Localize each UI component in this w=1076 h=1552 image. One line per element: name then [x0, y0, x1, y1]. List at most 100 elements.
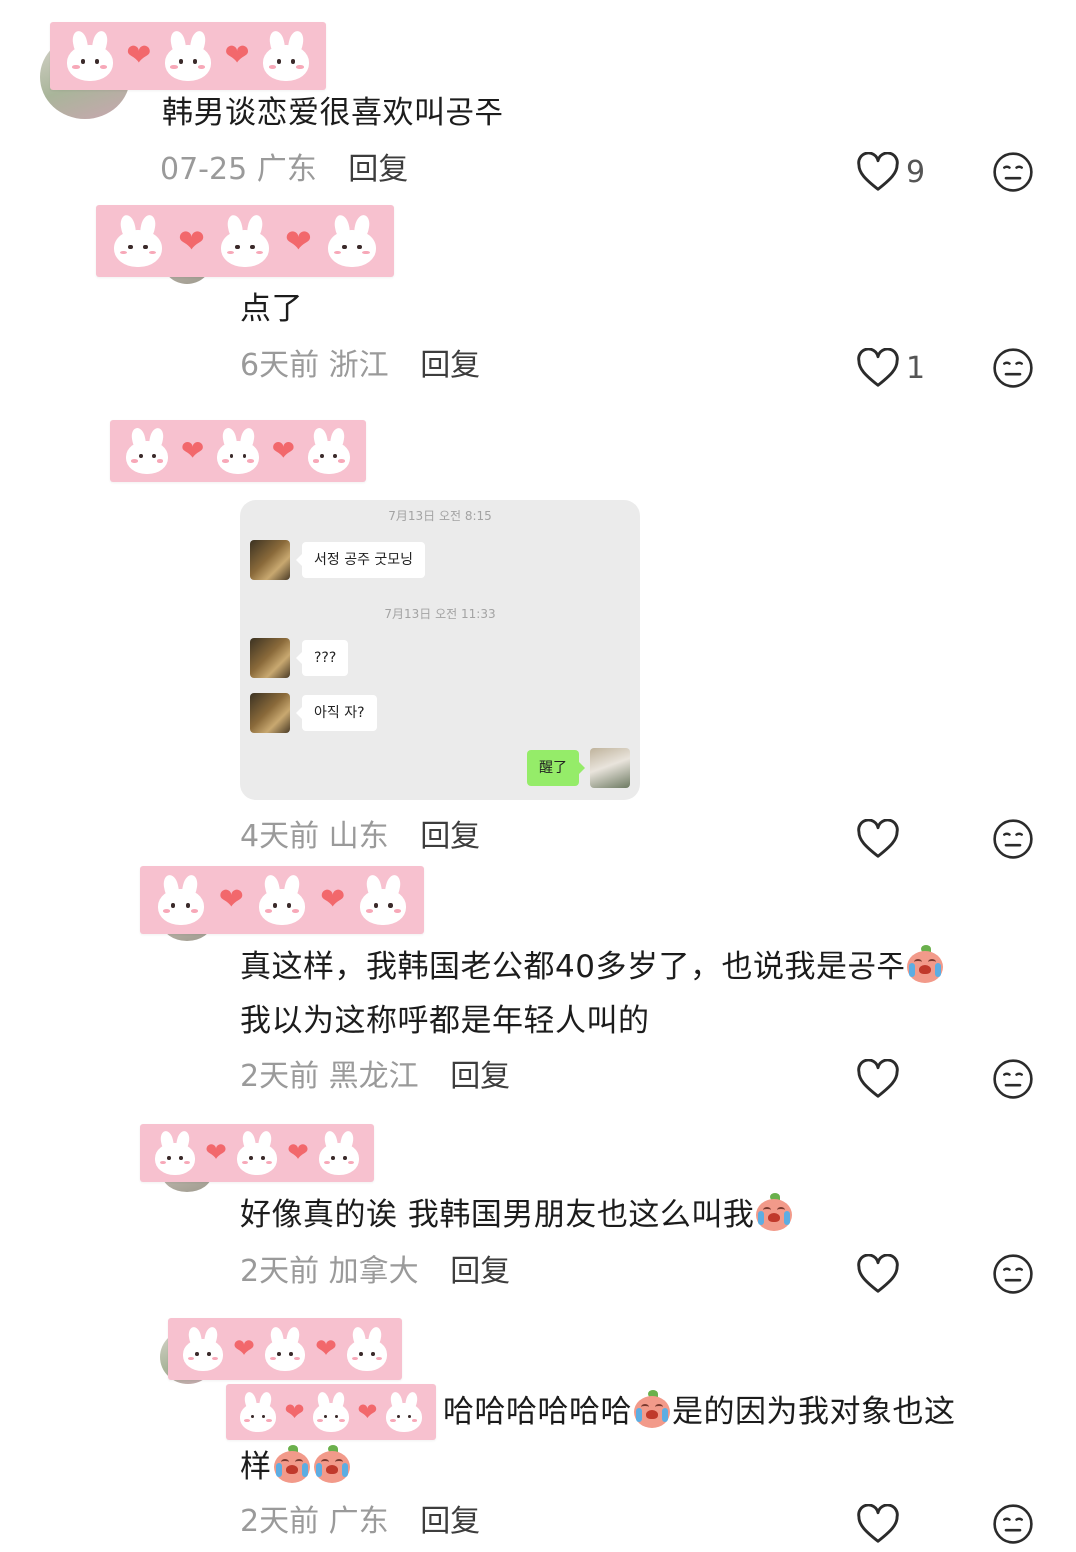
- bunny-icon: [66, 29, 113, 81]
- crying-peach-emoji: [905, 945, 945, 985]
- bunny-icon: [240, 1391, 277, 1432]
- chat-avatar: [250, 693, 290, 733]
- neutral-face-icon[interactable]: [992, 1058, 1034, 1100]
- chat-avatar: [250, 638, 290, 678]
- bunny-icon: [236, 1129, 277, 1175]
- heart-icon: ❤: [126, 38, 152, 73]
- comment-location: 黑龙江: [328, 1059, 419, 1094]
- chat-screenshot-image[interactable]: 7月13日 오전 8:15 서정 공주 굿모닝 7月13日 오전 11:33 ?…: [240, 500, 640, 800]
- heart-outline-icon: [857, 1059, 899, 1098]
- comment-time: 4天前: [240, 819, 320, 854]
- comment-text: 韩男谈恋爱很喜欢叫공주: [162, 95, 504, 131]
- neutral-face-icon[interactable]: [992, 347, 1034, 389]
- bunny-icon: [327, 213, 376, 267]
- reply-button[interactable]: 回复: [450, 1059, 510, 1094]
- crying-peach-emoji: [754, 1193, 794, 1233]
- heart-icon: ❤: [287, 1138, 309, 1168]
- heart-outline-icon: [857, 152, 899, 191]
- bunny-icon: [318, 1129, 359, 1175]
- like-button[interactable]: [856, 815, 900, 863]
- bunny-icon: [164, 29, 211, 81]
- bunny-icon: [385, 1391, 422, 1432]
- comment-meta: 4天前 山东 回复: [240, 815, 480, 859]
- bunny-heart-sticker: ❤ ❤: [168, 1318, 402, 1380]
- comment-text-line: 我以为这称呼都是年轻人叫的: [240, 1003, 650, 1040]
- chat-timestamp: 7月13日 오전 8:15: [388, 509, 492, 523]
- bunny-heart-sticker: ❤ ❤: [50, 22, 326, 90]
- like-count: 9: [906, 154, 926, 190]
- comment-time: 2天前: [240, 1059, 320, 1094]
- bunny-icon: [220, 213, 269, 267]
- heart-icon: ❤: [180, 434, 205, 467]
- neutral-face-icon[interactable]: [992, 818, 1034, 860]
- heart-outline-icon: [857, 1504, 899, 1543]
- heart-icon: ❤: [357, 1398, 378, 1426]
- heart-icon: ❤: [205, 1138, 227, 1168]
- bunny-icon: [155, 1129, 196, 1175]
- bunny-icon: [264, 1325, 305, 1371]
- bunny-heart-sticker: ❤ ❤: [110, 420, 366, 482]
- like-button[interactable]: [856, 1055, 900, 1103]
- comment-location: 广东: [328, 1504, 389, 1539]
- comment-meta: 2天前 黑龙江 回复: [240, 1055, 510, 1099]
- heart-icon: ❤: [218, 882, 244, 917]
- chat-bubble-self: 醒了: [527, 750, 585, 786]
- like-button[interactable]: [856, 1250, 900, 1298]
- bunny-icon: [346, 1325, 387, 1371]
- heart-icon: ❤: [320, 882, 346, 917]
- bunny-heart-sticker: ❤ ❤: [140, 866, 424, 934]
- chat-timestamp: 7月13日 오전 11:33: [384, 607, 496, 621]
- comment-text-line: 真这样，我韩国老公都40多岁了，也说我是공주: [240, 949, 906, 985]
- reply-button[interactable]: 回复: [348, 152, 408, 187]
- comment-text-line: 好像真的诶 我韩国男朋友也这么叫我: [240, 1197, 755, 1233]
- comment-text: 好像真的诶 我韩国男朋友也这么叫我: [240, 1188, 794, 1242]
- comment-location: 山东: [328, 819, 389, 854]
- chat-bubble: ???: [295, 640, 349, 676]
- like-button[interactable]: 1: [856, 344, 925, 392]
- heart-outline-icon: [857, 819, 899, 858]
- neutral-face-icon[interactable]: [992, 151, 1034, 193]
- bunny-heart-sticker: ❤ ❤: [226, 1384, 436, 1440]
- chat-bubble: 아직 자?: [296, 695, 377, 731]
- reply-button[interactable]: 回复: [420, 1504, 480, 1539]
- comment-text: 哈哈哈哈哈哈 是的因为我对象也这: [443, 1385, 956, 1439]
- heart-outline-icon: [857, 348, 899, 387]
- reply-button[interactable]: 回复: [450, 1254, 510, 1289]
- comment-text-line: 样: [240, 1449, 272, 1485]
- comment-time: 2天前: [240, 1504, 320, 1539]
- like-button[interactable]: 9: [856, 148, 925, 196]
- comment-text: 点了: [240, 291, 303, 327]
- bunny-icon: [126, 426, 169, 474]
- comment-location: 浙江: [328, 348, 389, 383]
- comment-time: 07-25: [160, 152, 248, 187]
- chat-avatar: [250, 540, 290, 580]
- comment-text: 真这样，我韩国老公都40多岁了，也说我是공주 我以为这称呼都是年轻人叫的: [240, 940, 945, 1049]
- bunny-icon: [157, 873, 204, 925]
- bunny-icon: [312, 1391, 349, 1432]
- bunny-heart-sticker: ❤ ❤: [140, 1124, 374, 1182]
- comment-text: 样: [240, 1440, 352, 1494]
- neutral-face-icon[interactable]: [992, 1253, 1034, 1295]
- comment-location: 加拿大: [328, 1254, 419, 1289]
- neutral-face-icon[interactable]: [992, 1503, 1034, 1545]
- bunny-icon: [114, 213, 163, 267]
- heart-icon: ❤: [224, 38, 250, 73]
- like-button[interactable]: [856, 1500, 900, 1548]
- reply-button[interactable]: 回复: [420, 348, 480, 383]
- reply-button[interactable]: 回复: [420, 819, 480, 854]
- bunny-icon: [258, 873, 305, 925]
- heart-icon: ❤: [315, 1334, 337, 1364]
- heart-icon: ❤: [285, 222, 312, 260]
- crying-peach-emoji: [632, 1390, 672, 1430]
- heart-icon: ❤: [284, 1398, 305, 1426]
- bunny-icon: [183, 1325, 224, 1371]
- bunny-heart-sticker: ❤ ❤: [96, 205, 394, 277]
- comment-time: 2天前: [240, 1254, 320, 1289]
- heart-outline-icon: [857, 1254, 899, 1293]
- heart-icon: ❤: [178, 222, 205, 260]
- comment-meta: 2天前 加拿大 回复: [240, 1250, 510, 1294]
- chat-bubble: 서정 공주 굿모닝: [295, 542, 426, 578]
- bunny-icon: [216, 426, 259, 474]
- comment-text-line: 哈哈哈哈哈哈: [443, 1394, 632, 1430]
- like-count: 1: [906, 350, 926, 386]
